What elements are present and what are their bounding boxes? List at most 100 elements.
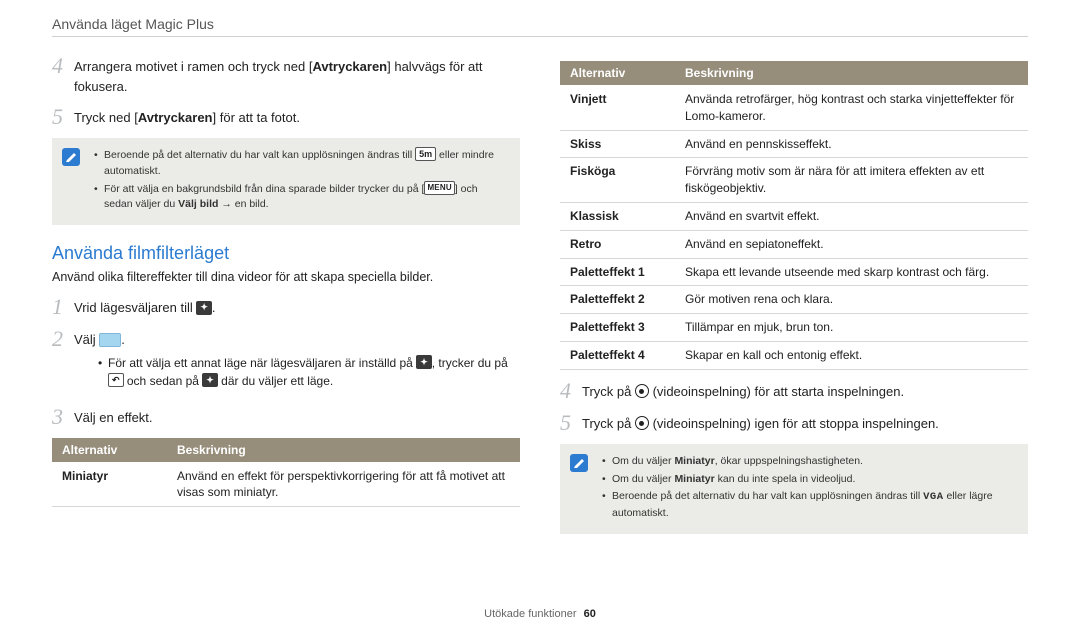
step-text: Tryck på (videoinspelning) igen för att …: [582, 412, 1028, 434]
step-5-left: 5 Tryck ned [Avtryckaren] för att ta fot…: [52, 106, 520, 128]
step-number: 1: [52, 296, 74, 318]
text: Tryck på: [582, 416, 635, 431]
step-text: Tryck på (videoinspelning) för att start…: [582, 380, 1028, 402]
text: För att välja ett annat läge när lägesvä…: [108, 356, 416, 370]
step-number: 4: [52, 55, 74, 77]
option-name: Skiss: [560, 130, 675, 158]
text: Tryck ned [: [74, 110, 138, 125]
sub-bullet: För att välja ett annat läge när lägesvä…: [98, 354, 520, 390]
back-button-icon: ↶: [108, 373, 124, 387]
option-desc: Gör motiven rena och klara.: [675, 286, 1028, 314]
text: För att välja en bakgrundsbild från dina…: [104, 183, 424, 195]
right-column: Alternativ Beskrivning VinjettAnvända re…: [560, 55, 1028, 550]
text: Välj: [74, 332, 99, 347]
text: , ökar uppspelningshastigheten.: [715, 455, 863, 467]
menu-button-icon: MENU: [424, 181, 454, 195]
text: → en bild.: [218, 198, 268, 210]
content-columns: 4 Arrangera motivet i ramen och tryck ne…: [52, 55, 1028, 550]
step-2: 2 Välj . För att välja ett annat läge nä…: [52, 328, 520, 396]
step-4-left: 4 Arrangera motivet i ramen och tryck ne…: [52, 55, 520, 96]
option-name: Miniatyr: [52, 462, 167, 507]
step-3: 3 Välj en effekt.: [52, 406, 520, 428]
text: Om du väljer: [612, 455, 674, 467]
left-column: 4 Arrangera motivet i ramen och tryck ne…: [52, 55, 520, 550]
step-number: 3: [52, 406, 74, 428]
bold: Avtryckaren: [138, 110, 213, 125]
text: Beroende på det alternativ du har valt k…: [612, 490, 923, 502]
step-1: 1 Vrid lägesväljaren till ✦.: [52, 296, 520, 318]
text: (videoinspelning) för att starta inspeln…: [649, 384, 904, 399]
table-row: FiskögaFörvräng motiv som är nära för at…: [560, 158, 1028, 203]
text: kan du inte spela in videoljud.: [715, 473, 856, 485]
bold: Avtryckaren: [312, 59, 387, 74]
col-header: Beskrivning: [167, 438, 520, 463]
option-name: Vinjett: [560, 86, 675, 131]
note-line: Beroende på det alternativ du har valt k…: [94, 148, 508, 180]
note-icon: [62, 148, 80, 166]
table-row: SkissAnvänd en pennskisseffekt.: [560, 130, 1028, 158]
note-box-2: Om du väljer Miniatyr, ökar uppspelnings…: [560, 444, 1028, 534]
breadcrumb-header: Använda läget Magic Plus: [52, 16, 1028, 37]
text: , trycker du på: [432, 356, 508, 370]
text: Beroende på det alternativ du har valt k…: [104, 149, 415, 161]
film-filter-mode-icon: [99, 333, 121, 347]
option-name: Paletteffekt 3: [560, 314, 675, 342]
text: Tryck på: [582, 384, 635, 399]
note-line: Om du väljer Miniatyr kan du inte spela …: [602, 472, 1016, 488]
note-icon: [570, 454, 588, 472]
table-row: RetroAnvänd en sepiatoneffekt.: [560, 230, 1028, 258]
section-heading: Använda filmfilterläget: [52, 243, 520, 264]
col-header: Alternativ: [52, 438, 167, 463]
table-row: Paletteffekt 2Gör motiven rena och klara…: [560, 286, 1028, 314]
option-name: Retro: [560, 230, 675, 258]
text: ] för att ta fotot.: [213, 110, 300, 125]
table-row: KlassiskAnvänd en svartvit effekt.: [560, 202, 1028, 230]
page-number: 60: [584, 608, 596, 620]
table-row: Paletteffekt 3Tillämpar en mjuk, brun to…: [560, 314, 1028, 342]
note-line: Om du väljer Miniatyr, ökar uppspelnings…: [602, 454, 1016, 470]
step-text: Tryck ned [Avtryckaren] för att ta fotot…: [74, 106, 520, 128]
options-table-left: Alternativ Beskrivning Miniatyr Använd e…: [52, 438, 520, 508]
col-header: Alternativ: [560, 61, 675, 86]
step-number: 4: [560, 380, 582, 402]
step-text: Vrid lägesväljaren till ✦.: [74, 296, 520, 318]
step-4-right: 4 Tryck på (videoinspelning) för att sta…: [560, 380, 1028, 402]
option-desc: Använda retrofärger, hög kontrast och st…: [675, 86, 1028, 131]
option-desc: Använd en pennskisseffekt.: [675, 130, 1028, 158]
bold: Välj bild: [178, 198, 218, 210]
section-subtext: Använd olika filtereffekter till dina vi…: [52, 270, 520, 284]
option-desc: Tillämpar en mjuk, brun ton.: [675, 314, 1028, 342]
table-row: Paletteffekt 4Skapar en kall och entonig…: [560, 341, 1028, 369]
text: och sedan på: [124, 374, 203, 388]
col-header: Beskrivning: [675, 61, 1028, 86]
step-text: Välj en effekt.: [74, 406, 520, 428]
note-line: Beroende på det alternativ du har valt k…: [602, 489, 1016, 522]
resolution-chip-icon: 5m: [415, 147, 436, 161]
note-box-1: Beroende på det alternativ du har valt k…: [52, 138, 520, 225]
option-name: Klassisk: [560, 202, 675, 230]
table-row: Paletteffekt 1Skapa ett levande utseende…: [560, 258, 1028, 286]
mode-dial-icon: ✦: [196, 301, 212, 315]
option-desc: Skapar en kall och entonig effekt.: [675, 341, 1028, 369]
record-button-icon: [635, 384, 649, 398]
option-name: Paletteffekt 1: [560, 258, 675, 286]
step-number: 5: [560, 412, 582, 434]
vga-resolution-icon: VGA: [923, 491, 943, 503]
option-desc: Använd en sepiatoneffekt.: [675, 230, 1028, 258]
text: (videoinspelning) igen för att stoppa in…: [649, 416, 939, 431]
step-text: Arrangera motivet i ramen och tryck ned …: [74, 55, 520, 96]
bold: Miniatyr: [674, 473, 714, 485]
option-name: Fisköga: [560, 158, 675, 203]
table-row: VinjettAnvända retrofärger, hög kontrast…: [560, 86, 1028, 131]
mode-select-icon: ✦: [202, 373, 218, 387]
note-line: För att välja en bakgrundsbild från dina…: [94, 182, 508, 214]
options-table-right: Alternativ Beskrivning VinjettAnvända re…: [560, 61, 1028, 370]
mode-dial-icon: ✦: [416, 355, 432, 369]
record-button-icon: [635, 416, 649, 430]
option-desc: Använd en effekt för perspektivkorrigeri…: [167, 462, 520, 507]
step-5-right: 5 Tryck på (videoinspelning) igen för at…: [560, 412, 1028, 434]
step-number: 2: [52, 328, 74, 350]
option-desc: Skapa ett levande utseende med skarp kon…: [675, 258, 1028, 286]
option-desc: Förvräng motiv som är nära för att imite…: [675, 158, 1028, 203]
page-footer: Utökade funktioner 60: [0, 608, 1080, 620]
